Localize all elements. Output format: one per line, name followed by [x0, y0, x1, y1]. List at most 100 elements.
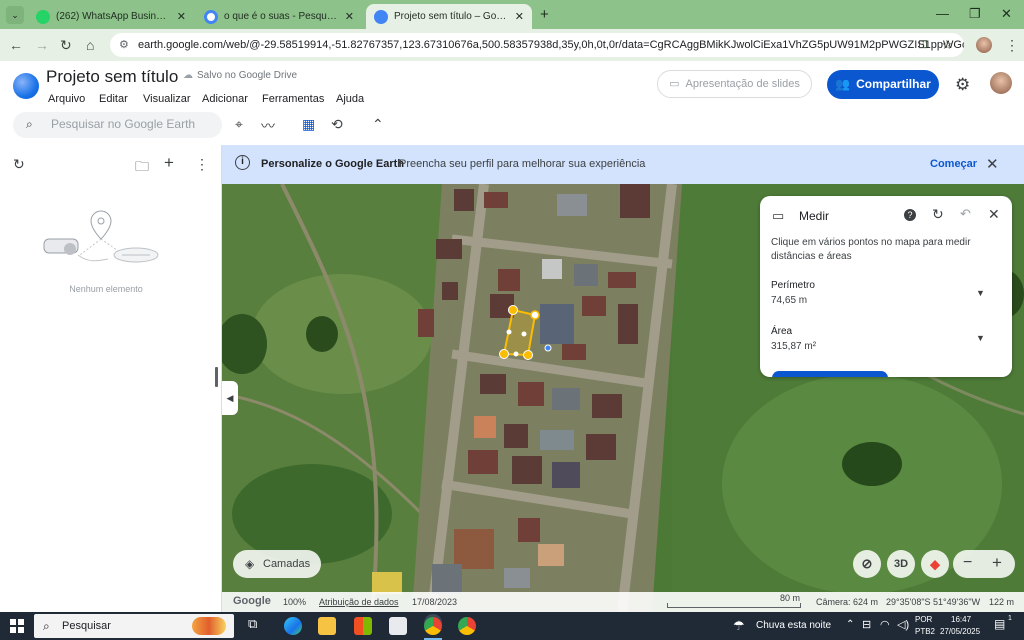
windows-start-icon[interactable]	[10, 619, 24, 633]
cursor-marker	[544, 344, 552, 352]
menu-ajuda[interactable]: Ajuda	[336, 93, 364, 105]
settings-gear-icon[interactable]: ⚙	[955, 75, 970, 95]
new-tab-button[interactable]: +	[540, 6, 549, 23]
measure-hint: Clique em vários pontos no mapa para med…	[771, 237, 971, 262]
back-icon[interactable]: ←	[9, 37, 23, 53]
menu-adicionar[interactable]: Adicionar	[202, 93, 248, 105]
more-options-icon[interactable]: ⋮	[195, 156, 209, 173]
perimeter-value: 74,65 m	[771, 295, 808, 306]
toggle-location-button[interactable]: ⊘	[853, 550, 881, 578]
file-explorer-icon[interactable]	[318, 617, 336, 635]
slideshow-button[interactable]: ▭ Apresentação de slides	[657, 70, 812, 98]
collapse-panel-button[interactable]: ◀	[222, 381, 238, 415]
menu-editar[interactable]: Editar	[99, 93, 128, 105]
area-label: Área	[771, 326, 793, 337]
windows-taskbar: ⌕ Pesquisar ⧉ ☂ Chuva esta noite ⌃ ⊟ ◠ ◁…	[0, 612, 1024, 640]
project-title[interactable]: Projeto sem título	[46, 67, 178, 87]
network-icon[interactable]: ⊟	[862, 618, 871, 631]
reset-icon[interactable]: ↻	[932, 206, 944, 223]
bookmark-star-icon[interactable]: ☆	[941, 37, 953, 53]
tab-google-search[interactable]: o que é o suas - Pesquisa Google ✕	[196, 4, 362, 29]
add-placemark-icon[interactable]: ⌖	[235, 116, 243, 133]
measure-action-button[interactable]	[772, 371, 888, 377]
undo-icon[interactable]: ↶	[960, 206, 971, 222]
measure-ruler-icon[interactable]: ▦	[302, 116, 315, 133]
menu-visualizar[interactable]: Visualizar	[143, 93, 191, 105]
task-view-icon[interactable]: ⧉	[248, 616, 266, 634]
menu-arquivo[interactable]: Arquivo	[48, 93, 85, 105]
reload-icon[interactable]: ↻	[60, 37, 72, 54]
edge-icon[interactable]	[284, 617, 302, 635]
browser-menu-icon[interactable]: ⋮	[1005, 37, 1019, 54]
cursor-coordinates: 29°35'08"S 51°49'36"W	[886, 597, 981, 607]
close-window-button[interactable]: ✕	[1001, 6, 1012, 22]
tab-google-earth[interactable]: Projeto sem título – Google Earth ✕	[366, 4, 532, 29]
weather-text[interactable]: Chuva esta noite	[756, 620, 831, 631]
tray-chevron-icon[interactable]: ⌃	[846, 619, 854, 630]
mail-icon[interactable]	[389, 617, 407, 635]
account-avatar[interactable]	[990, 72, 1012, 94]
language-indicator[interactable]: POR	[915, 615, 932, 624]
banner-start-button[interactable]: Começar	[930, 158, 977, 170]
collapse-toolbar-icon[interactable]: ⌃	[372, 116, 384, 133]
search-input[interactable]	[51, 117, 211, 131]
perimeter-unit-dropdown[interactable]: ▼	[976, 288, 985, 298]
historical-imagery-icon[interactable]: ⟲	[331, 116, 343, 133]
zoom-control: − +	[953, 550, 1015, 578]
share-button[interactable]: 👥 Compartilhar	[827, 70, 939, 99]
address-bar[interactable]: ⚙ earth.google.com/web/@-29.58519914,-51…	[110, 33, 964, 57]
tab-search-dropdown[interactable]: ⌄	[6, 6, 24, 24]
data-attribution-link[interactable]: Atribuição de dados	[319, 597, 399, 607]
clock-time[interactable]: 16:47	[951, 615, 971, 624]
clock-date[interactable]: 27/05/2025	[940, 627, 980, 636]
zoom-out-button[interactable]: −	[963, 554, 972, 572]
add-path-icon[interactable]: 〰	[261, 116, 275, 136]
zoom-in-button[interactable]: +	[992, 553, 1002, 573]
close-icon[interactable]: ✕	[986, 155, 999, 173]
home-icon[interactable]: ⌂	[86, 37, 94, 53]
layers-label: Camadas	[263, 558, 311, 570]
notifications-icon[interactable]: ▤	[994, 617, 1005, 631]
install-app-icon[interactable]: ⊡	[918, 37, 928, 51]
tab-whatsapp[interactable]: (262) WhatsApp Business ✕	[28, 4, 194, 29]
area-unit-dropdown[interactable]: ▼	[976, 333, 985, 343]
forward-icon[interactable]: →	[35, 37, 49, 53]
taskbar-search[interactable]: ⌕ Pesquisar	[34, 614, 234, 638]
wifi-icon[interactable]: ◠	[880, 618, 890, 631]
compass-button[interactable]: ⬥	[921, 550, 949, 578]
panel-resize-handle[interactable]	[215, 367, 218, 387]
keyboard-layout[interactable]: PTB2	[915, 627, 935, 636]
close-icon[interactable]: ✕	[988, 206, 1000, 223]
measure-panel: ▭ Medir ? ↻ ↶ ✕ Clique em vários pontos …	[760, 196, 1012, 377]
earth-icon	[374, 9, 388, 24]
share-label: Compartilhar	[856, 77, 931, 91]
ruler-icon: ▭	[772, 208, 785, 223]
measure-title: Medir	[799, 209, 830, 223]
close-icon[interactable]: ✕	[345, 10, 354, 23]
slideshow-label: Apresentação de slides	[685, 78, 800, 90]
chrome-icon[interactable]	[424, 617, 442, 635]
microsoft-store-icon[interactable]	[354, 617, 372, 635]
menu-ferramentas[interactable]: Ferramentas	[262, 93, 324, 105]
layers-button[interactable]: ◈ Camadas	[233, 550, 321, 578]
search-highlight-icon	[192, 617, 226, 635]
add-icon[interactable]: +	[164, 153, 174, 173]
profile-avatar[interactable]	[976, 37, 992, 53]
search-box[interactable]: ⌕	[13, 112, 222, 138]
close-icon[interactable]: ✕	[515, 10, 524, 23]
help-icon[interactable]: ?	[904, 209, 916, 221]
maximize-button[interactable]: ❐	[969, 6, 981, 22]
minimize-button[interactable]: —	[936, 6, 949, 21]
site-info-icon[interactable]: ⚙	[119, 33, 129, 57]
slideshow-icon: ▭	[669, 78, 680, 90]
refresh-icon[interactable]: ↻	[13, 156, 25, 173]
chrome-profile-icon[interactable]	[458, 617, 476, 635]
three-d-button[interactable]: 3D	[887, 550, 915, 578]
close-icon[interactable]: ✕	[177, 10, 186, 23]
volume-icon[interactable]: ◁)	[897, 618, 909, 631]
google-earth-logo	[13, 73, 39, 99]
saved-status-label: Salvo no Google Drive	[197, 70, 298, 81]
weather-icon: ☂	[733, 618, 745, 633]
new-folder-icon[interactable]: 🗀	[135, 156, 149, 180]
info-icon: i	[235, 155, 250, 170]
